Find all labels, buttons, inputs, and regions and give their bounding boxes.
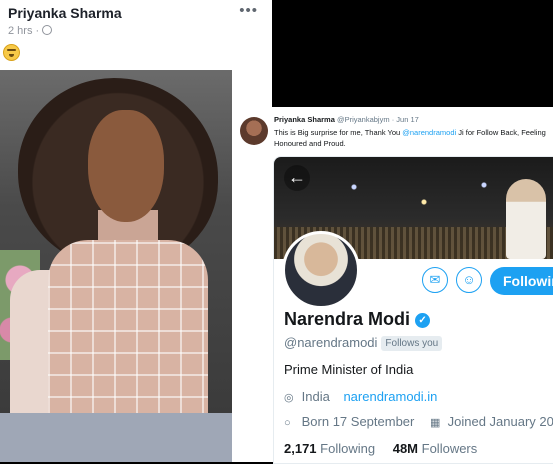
tweet-text-start: This is Big surprise for me, Thank You bbox=[274, 128, 403, 137]
profile-handle: @narendramodi Follows you bbox=[284, 335, 443, 351]
globe-icon bbox=[42, 25, 53, 35]
more-options-icon[interactable]: ••• bbox=[239, 2, 258, 19]
tweet-mention-link[interactable]: @narendramodi bbox=[402, 128, 456, 137]
banner-lights bbox=[334, 177, 534, 217]
photo-face bbox=[88, 110, 164, 222]
banner-figure bbox=[506, 179, 546, 259]
followers-label: Followers bbox=[421, 441, 478, 456]
photo-gown bbox=[48, 240, 208, 413]
profile-stats: 2,171 Following 48M Followers bbox=[284, 441, 477, 456]
post-photo[interactable] bbox=[0, 70, 232, 413]
following-stat[interactable]: 2,171 Following bbox=[284, 441, 375, 456]
tweet-text: This is Big surprise for me, Thank You @… bbox=[274, 127, 553, 149]
profile-location-row: ◎ India narendramodi.in bbox=[284, 389, 437, 404]
birthday-balloon-icon: ○ bbox=[284, 417, 291, 429]
profile-dates-row: ○ Born 17 September ▦ Joined January 200… bbox=[284, 414, 553, 429]
profile-bio: Prime Minister of India bbox=[284, 362, 414, 377]
profile-avatar[interactable] bbox=[282, 231, 360, 309]
post-timestamp[interactable]: 2 hrs · bbox=[8, 25, 53, 37]
profile-handle-text: @narendramodi bbox=[284, 335, 378, 350]
tweet-author-name[interactable]: Priyanka Sharma bbox=[274, 115, 335, 124]
back-arrow-icon[interactable]: ← bbox=[284, 165, 310, 191]
verified-badge-icon: ✓ bbox=[415, 313, 431, 328]
post-footer-bar bbox=[0, 413, 232, 462]
following-button[interactable]: Following bbox=[490, 267, 553, 295]
profile-joined: Joined January 2009 bbox=[447, 414, 553, 429]
profile-name-text: Narendra Modi bbox=[284, 309, 411, 329]
profile-location: India bbox=[301, 389, 330, 404]
profile-name: Narendra Modi ✓ bbox=[284, 309, 431, 330]
profile-born: Born 17 September bbox=[301, 414, 415, 429]
tweet-author-avatar[interactable] bbox=[240, 117, 268, 145]
message-mail-icon[interactable]: ✉ bbox=[422, 267, 448, 293]
profile-website-link[interactable]: narendramodi.in bbox=[343, 389, 437, 404]
location-pin-icon: ◎ bbox=[284, 392, 294, 404]
post-time: 2 hrs · bbox=[8, 25, 40, 37]
following-label: Following bbox=[320, 441, 376, 456]
followers-stat[interactable]: 48M Followers bbox=[393, 441, 478, 456]
tweet-date[interactable]: · Jun 17 bbox=[392, 115, 419, 124]
smirking-face-emoji-icon bbox=[3, 44, 20, 61]
tweet-author-handle[interactable]: @Priyankabjym bbox=[337, 115, 390, 124]
calendar-icon: ▦ bbox=[429, 417, 441, 429]
follows-you-badge: Follows you bbox=[381, 336, 443, 351]
notification-bell-icon[interactable]: ☺ bbox=[456, 267, 482, 293]
post-author-name[interactable]: Priyanka Sharma bbox=[8, 5, 122, 21]
profile-card: ← ✉ ☺ Following Narendra Modi ✓ @narendra… bbox=[273, 156, 553, 464]
tweet-header: Priyanka Sharma @Priyankabjym · Jun 17 bbox=[274, 115, 419, 124]
followers-count: 48M bbox=[392, 441, 419, 456]
following-count: 2,171 bbox=[284, 441, 317, 456]
tweet-card: Priyanka Sharma @Priyankabjym · Jun 17 T… bbox=[232, 107, 553, 464]
